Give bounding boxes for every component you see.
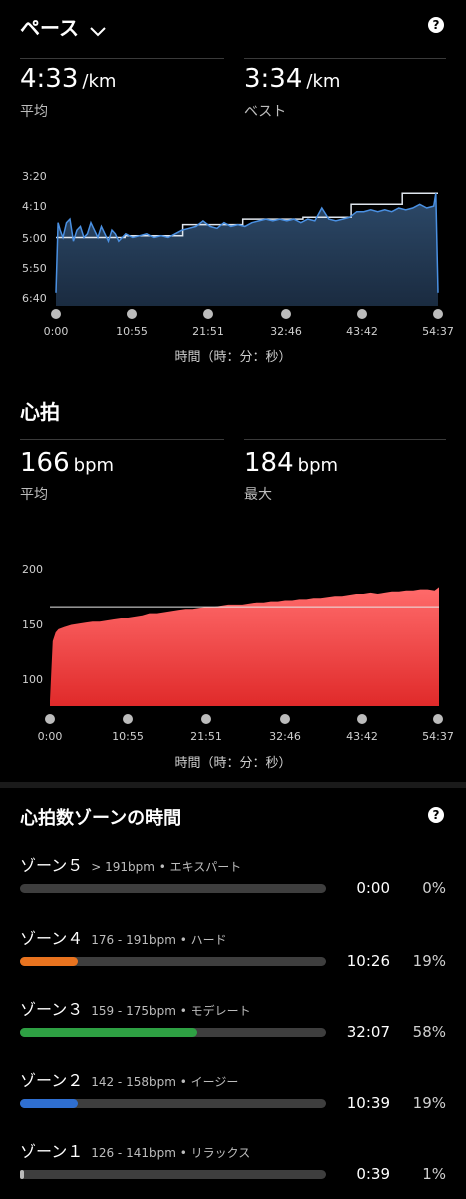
zone-range: > 191bpm • エキスパート [91,860,242,874]
heart-xtick: 0:00 [37,730,63,743]
zone-name: ゾーン１ [20,1142,84,1161]
zone-bar [20,1028,326,1037]
zone-percent: 58% [412,1023,446,1041]
zone-time: 0:39 [356,1165,390,1183]
heart-xtick: 54:37 [422,730,454,743]
zone-name: ゾーン３ [20,1000,84,1019]
zone-percent: 1% [422,1165,446,1183]
zone-bar [20,884,326,893]
zone-bar [20,1170,326,1179]
heart-xtick-dot [45,714,55,724]
section-separator [0,782,466,788]
heart-xtick: 43:42 [346,730,378,743]
zones-title: 心拍数ゾーンの時間 [20,808,182,829]
zone-header: ゾーン４ 176 - 191bpm • ハード [20,925,227,949]
zone-name: ゾーン５ [20,856,84,875]
zones-help-icon[interactable]: ? [428,807,444,823]
heart-xtick: 10:55 [112,730,144,743]
zone-header: ゾーン２ 142 - 158bpm • イージー [20,1067,238,1091]
zone-bar [20,1099,326,1108]
zone-range: 142 - 158bpm • イージー [91,1075,239,1089]
zone-bar [20,957,326,966]
zone-range: 126 - 141bpm • リラックス [91,1146,251,1160]
heart-xtick-dot [280,714,290,724]
heart-xtick: 32:46 [269,730,301,743]
zone-bar-fill [20,1170,24,1179]
zone-name: ゾーン２ [20,1071,84,1090]
zone-header: ゾーン１ 126 - 141bpm • リラックス [20,1138,250,1162]
heart-xtick-dot [123,714,133,724]
zone-bar-fill [20,957,79,966]
heart-xtick-dot [357,714,367,724]
zone-bar-fill [20,1028,198,1037]
heart-axis-title: 時間（時：分：秒） [174,756,292,771]
heart-xtick: 21:51 [190,730,222,743]
heart-xtick-dot [433,714,443,724]
heart-area [50,587,439,706]
heart-chart [50,587,439,706]
heart-xtick-dot [201,714,211,724]
zone-header: ゾーン５ > 191bpm • エキスパート [20,852,241,876]
zone-range: 159 - 175bpm • モデレート [91,1004,251,1018]
zone-time: 10:39 [346,1094,390,1112]
zone-name: ゾーン４ [20,929,84,948]
zone-header: ゾーン３ 159 - 175bpm • モデレート [20,996,251,1020]
zone-time: 0:00 [356,879,390,897]
zone-percent: 0% [422,879,446,897]
zone-percent: 19% [412,1094,446,1112]
zone-time: 10:26 [346,952,390,970]
zone-range: 176 - 191bpm • ハード [91,933,227,947]
zone-bar-fill [20,1099,79,1108]
zone-percent: 19% [412,952,446,970]
zone-time: 32:07 [346,1023,390,1041]
